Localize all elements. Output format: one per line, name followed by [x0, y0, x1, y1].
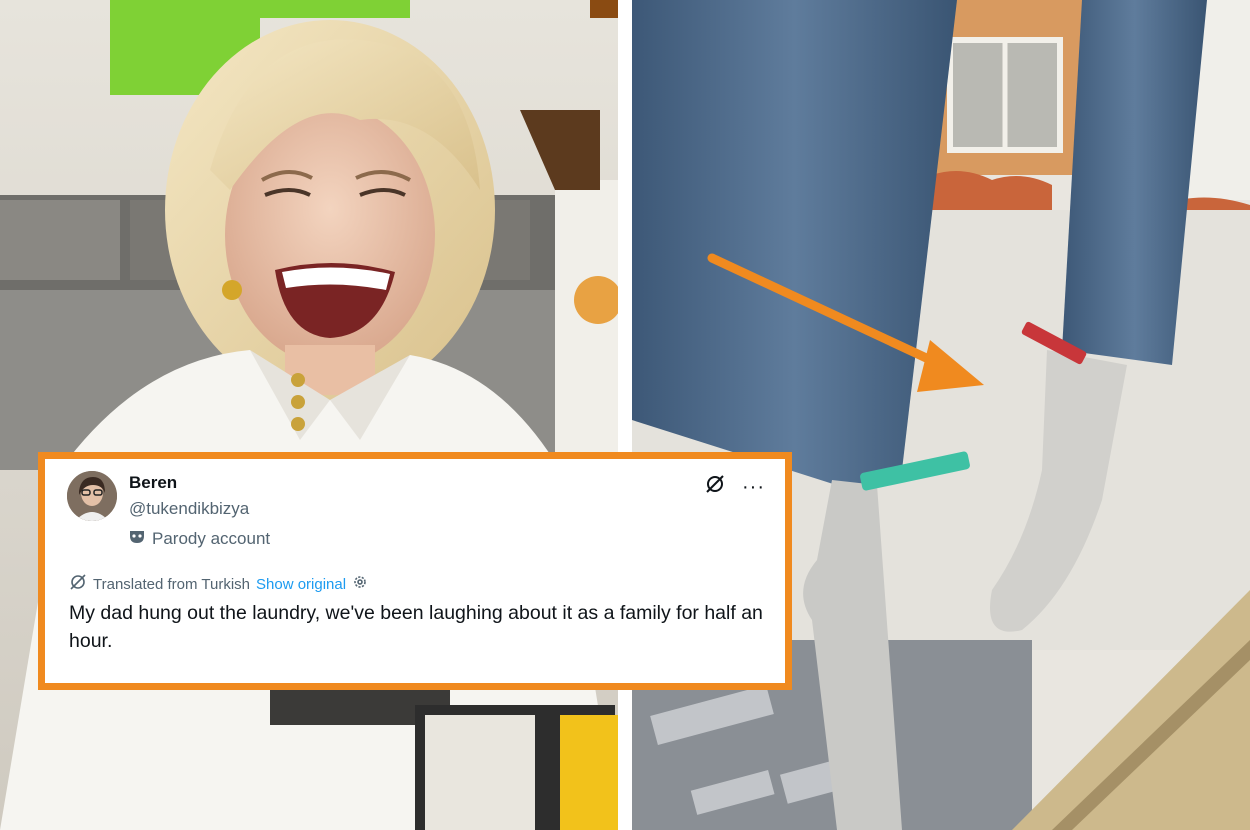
show-original-link[interactable]: Show original — [256, 576, 346, 593]
translated-label: Translated from Turkish — [93, 575, 250, 593]
laundry-photo — [632, 0, 1250, 830]
mask-icon — [129, 529, 145, 549]
display-name[interactable]: Beren — [129, 473, 177, 493]
laughing-woman-photo — [0, 0, 618, 830]
avatar[interactable] — [67, 471, 117, 521]
user-handle[interactable]: @tukendikbizya — [129, 499, 249, 519]
parody-badge: Parody account — [129, 529, 270, 549]
parody-label: Parody account — [152, 529, 271, 548]
left-photo — [0, 0, 618, 830]
translation-info: Translated from Turkish Show original — [69, 573, 368, 595]
tweet-card[interactable]: Beren @tukendikbizya Parody account ··· — [38, 452, 792, 690]
more-options-icon[interactable]: ··· — [742, 477, 765, 497]
translate-icon — [69, 573, 87, 595]
tweet-actions: ··· — [704, 473, 765, 500]
gear-icon[interactable] — [352, 574, 368, 594]
tweet-text: My dad hung out the laundry, we've been … — [69, 602, 763, 652]
grok-icon[interactable] — [704, 473, 726, 500]
right-photo — [632, 0, 1250, 830]
